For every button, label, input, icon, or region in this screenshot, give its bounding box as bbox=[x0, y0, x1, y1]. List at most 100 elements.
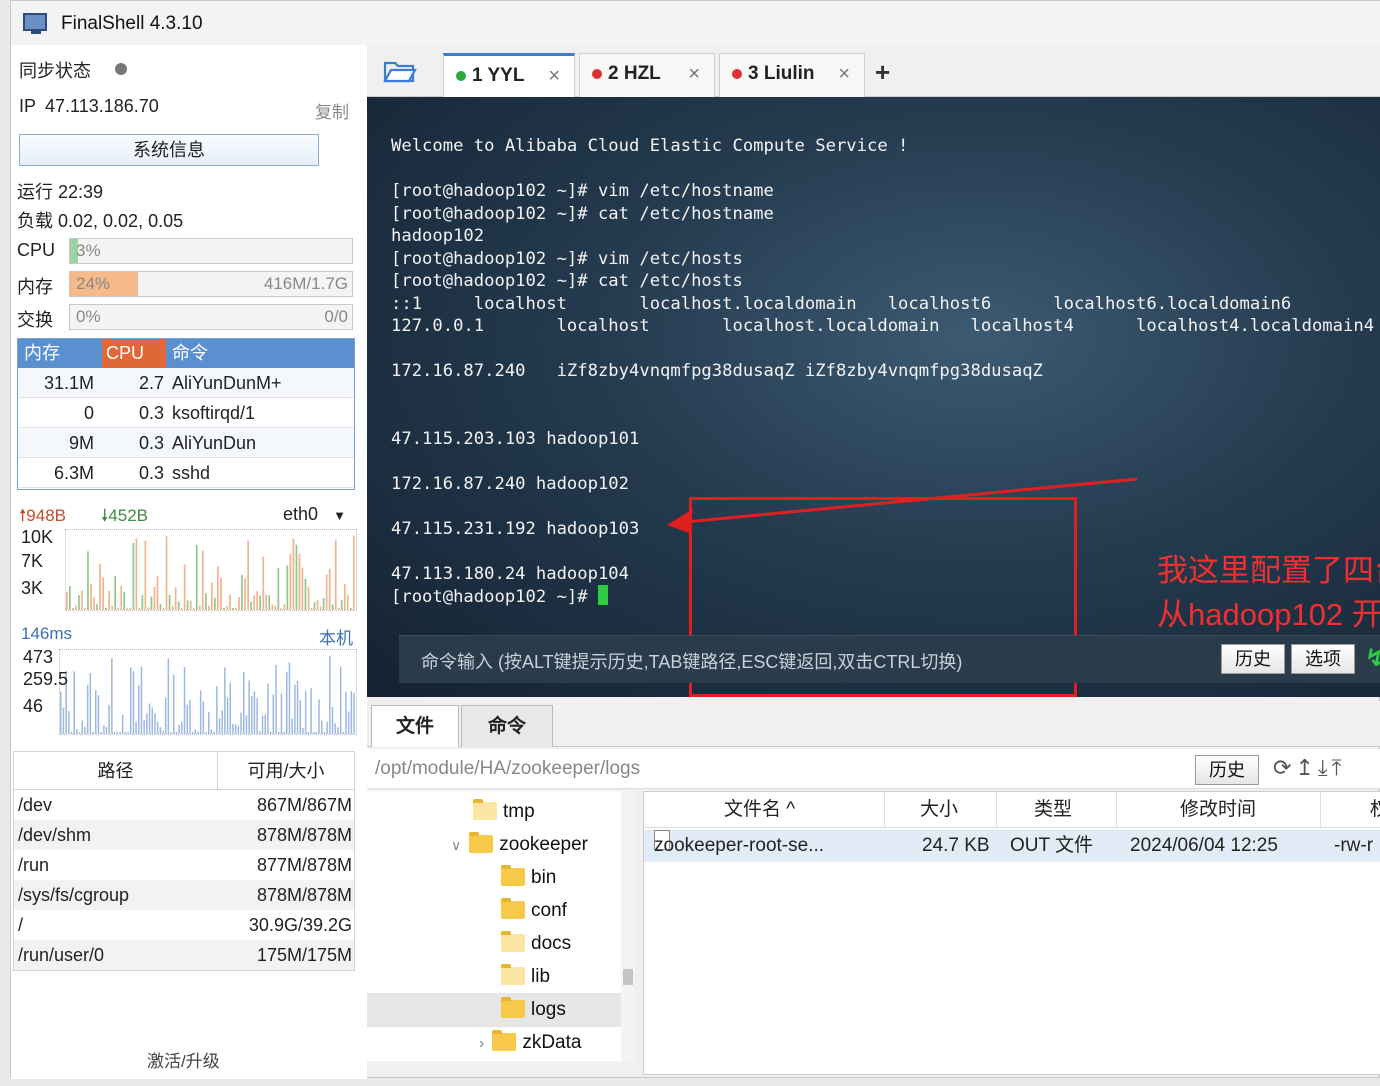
tree-item-zkdata[interactable]: › zkData bbox=[479, 1028, 581, 1058]
net-interface-select[interactable]: eth0 ▼ bbox=[283, 504, 346, 525]
tree-item-lib[interactable]: lib bbox=[501, 962, 550, 992]
load-text: 负载 0.02, 0.02, 0.05 bbox=[17, 211, 184, 231]
tab-session-2[interactable]: 2 HZL × bbox=[579, 53, 715, 97]
upload-icon[interactable]: ⤒ bbox=[1332, 755, 1346, 780]
refresh-icon[interactable]: ⟳ bbox=[1273, 755, 1295, 780]
scrollbar-thumb[interactable] bbox=[623, 969, 633, 985]
activate-upgrade-link[interactable]: 激活/升级 bbox=[147, 1047, 220, 1072]
uptime-text: 运行 22:39 bbox=[17, 182, 104, 202]
disk-size: 877M/878M bbox=[256, 855, 352, 875]
sparkline-bar bbox=[224, 667, 226, 734]
folder-icon bbox=[492, 1030, 517, 1051]
sparkline-bar bbox=[138, 608, 141, 610]
tree-item-tmp[interactable]: tmp bbox=[473, 797, 535, 827]
sparkline-bar bbox=[221, 710, 223, 734]
folder-icon bbox=[473, 799, 497, 820]
latency-target[interactable]: 本机 bbox=[319, 624, 353, 649]
sparkline-bar bbox=[62, 707, 65, 734]
col-path[interactable]: 路径 bbox=[14, 752, 218, 789]
table-row[interactable]: 31.1M 2.7 AliYunDunM+ bbox=[18, 368, 354, 398]
sparkline-bar bbox=[108, 591, 110, 610]
sparkline-bar bbox=[312, 732, 315, 734]
cpu-usage-bar: 3% bbox=[69, 238, 353, 264]
options-button[interactable]: 选项 bbox=[1291, 644, 1355, 674]
history-button[interactable]: 历史 bbox=[1221, 644, 1285, 674]
sparkline-bar bbox=[192, 608, 195, 610]
tree-item-conf[interactable]: conf bbox=[501, 896, 567, 926]
chevron-down-icon[interactable]: ∨ bbox=[451, 837, 461, 853]
tree-item-bin[interactable]: bin bbox=[501, 863, 556, 893]
col-memory[interactable]: 内存 bbox=[18, 339, 102, 368]
sparkline-bar bbox=[92, 732, 94, 734]
folder-open-icon[interactable] bbox=[383, 59, 417, 83]
terminal[interactable]: Welcome to Alibaba Cloud Elastic Compute… bbox=[367, 97, 1380, 697]
path-history-button[interactable]: 历史 bbox=[1195, 755, 1259, 785]
table-row[interactable]: 0 0.3 ksoftirqd/1 bbox=[18, 398, 354, 428]
chevron-right-icon[interactable]: › bbox=[479, 1035, 484, 1052]
window-title: FinalShell 4.3.10 bbox=[61, 13, 203, 34]
up-dir-icon[interactable]: ↥ bbox=[1295, 755, 1317, 780]
sparkline-bar bbox=[189, 699, 191, 734]
col-cpu[interactable]: CPU bbox=[102, 339, 166, 368]
sparkline-bar bbox=[345, 691, 347, 734]
sparkline-bar bbox=[135, 538, 138, 610]
disconnected-dot-icon bbox=[592, 68, 602, 79]
sparkline-bar bbox=[259, 731, 261, 734]
lightning-icon[interactable]: ↯ bbox=[1365, 644, 1380, 673]
col-free-size[interactable]: 可用/大小 bbox=[218, 752, 354, 789]
table-row[interactable]: / 30.9G/39.2G bbox=[14, 910, 354, 940]
selected-row-highlight bbox=[367, 993, 621, 1027]
col-permissions[interactable]: 权 bbox=[1370, 792, 1380, 828]
sparkline-bar bbox=[72, 608, 74, 610]
sparkline-bar bbox=[183, 564, 186, 610]
net-download-rate: 🠗452B bbox=[101, 506, 148, 525]
col-command[interactable]: 命令 bbox=[166, 339, 354, 368]
sparkline-bar bbox=[238, 597, 240, 610]
tab-session-1[interactable]: 1 YYL × bbox=[443, 53, 575, 97]
tree-scrollbar[interactable] bbox=[621, 791, 635, 1061]
path-input[interactable]: /opt/module/HA/zookeeper/logs bbox=[375, 758, 640, 780]
table-row[interactable]: /run 877M/878M bbox=[14, 850, 354, 880]
command-input-bar[interactable]: 命令输入 (按ALT键提示历史,TAB键路径,ESC键返回,双击CTRL切换) … bbox=[399, 635, 1380, 683]
sparkline-bar bbox=[301, 567, 304, 610]
sparkline-bar bbox=[186, 600, 189, 610]
sparkline-bar bbox=[234, 724, 237, 734]
add-tab-icon[interactable]: + bbox=[875, 57, 890, 88]
close-icon[interactable]: × bbox=[548, 56, 560, 96]
col-type[interactable]: 类型 bbox=[1034, 792, 1072, 828]
sparkline-bar bbox=[232, 723, 234, 734]
system-info-button[interactable]: 系统信息 bbox=[19, 134, 319, 166]
sparkline-bar bbox=[226, 697, 229, 734]
network-chart-bars bbox=[66, 535, 355, 610]
table-row[interactable]: 6.3M 0.3 sshd bbox=[18, 458, 354, 488]
download-icon[interactable]: ⤓ bbox=[1318, 755, 1332, 780]
col-modified[interactable]: 修改时间 bbox=[1180, 792, 1256, 828]
copy-ip-link[interactable]: 复制 bbox=[315, 98, 349, 123]
col-filename[interactable]: 文件名 ^ bbox=[724, 792, 795, 828]
sparkline-bar bbox=[66, 591, 68, 610]
ip-label: IP bbox=[19, 96, 37, 116]
table-row[interactable]: 9M 0.3 AliYunDun bbox=[18, 428, 354, 458]
sparkline-bar bbox=[247, 540, 249, 610]
tree-item-docs[interactable]: docs bbox=[501, 929, 571, 959]
tab-session-3[interactable]: 3 Liulin × bbox=[719, 53, 865, 97]
sparkline-bar bbox=[84, 726, 86, 734]
close-icon[interactable]: × bbox=[688, 54, 700, 94]
sparkline-bar bbox=[229, 594, 231, 610]
file-row[interactable]: zookeeper-root-se... 24.7 KB OUT 文件 2024… bbox=[644, 830, 1380, 862]
tree-item-zookeeper[interactable]: ∨ zookeeper bbox=[451, 830, 588, 860]
tree-item-logs[interactable]: logs bbox=[501, 995, 566, 1025]
table-row[interactable]: /run/user/0 175M/175M bbox=[14, 940, 354, 970]
sparkline-bar bbox=[81, 590, 83, 610]
tab-files[interactable]: 文件 bbox=[371, 705, 459, 747]
sparkline-bar bbox=[208, 605, 210, 610]
disk-size: 878M/878M bbox=[256, 825, 352, 845]
command-input[interactable]: 命令输入 (按ALT键提示历史,TAB键路径,ESC键返回,双击CTRL切换) bbox=[421, 648, 962, 674]
table-row[interactable]: /dev 867M/867M bbox=[14, 790, 354, 820]
col-size[interactable]: 大小 bbox=[920, 792, 958, 828]
sparkline-bar bbox=[304, 690, 307, 734]
table-row[interactable]: /sys/fs/cgroup 878M/878M bbox=[14, 880, 354, 910]
table-row[interactable]: /dev/shm 878M/878M bbox=[14, 820, 354, 850]
close-icon[interactable]: × bbox=[838, 54, 850, 94]
tab-commands[interactable]: 命令 bbox=[461, 705, 553, 747]
